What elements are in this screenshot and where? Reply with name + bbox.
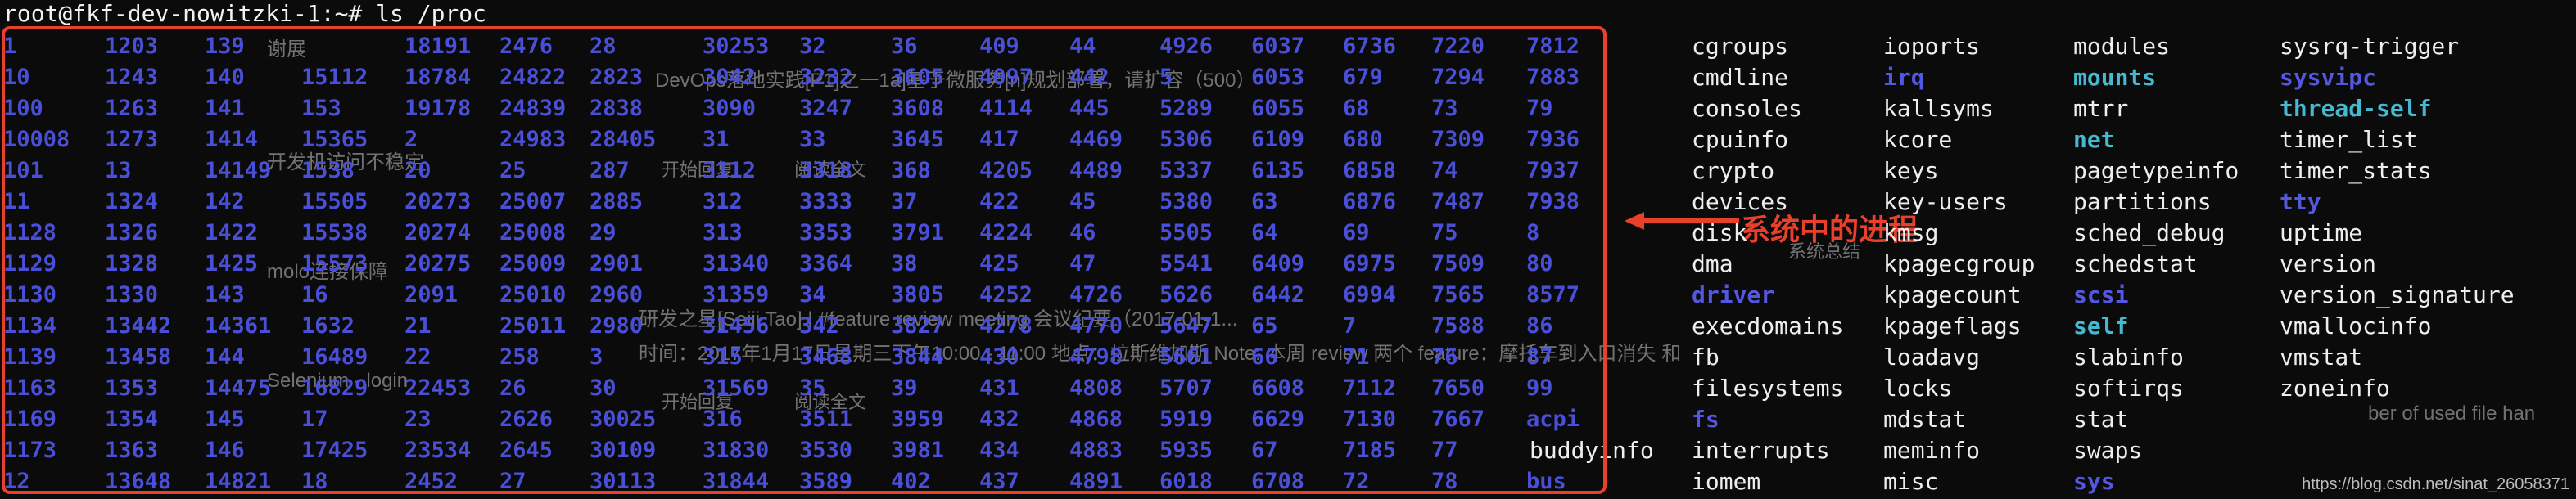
ghost-text: ber of used file han (2368, 402, 2536, 425)
proc-entry-stat: stat (2073, 406, 2129, 433)
proc-entry-vmallocinfo: vmallocinfo (2280, 312, 2432, 339)
proc-entry-devices: devices (1692, 188, 1789, 215)
proc-entries-column: sysrq-trigger sysvipc thread-self timer_lis… (2280, 31, 2515, 404)
proc-entry-partitions: partitions (2073, 188, 2212, 215)
watermark: https://blog.csdn.net/sinat_26058371 (2302, 475, 2569, 493)
proc-entries-column: cgroups cmdline consoles cpuinfo crypto devic… (1692, 31, 1843, 497)
proc-entry-sched_debug: sched_debug (2073, 219, 2226, 246)
proc-entry-swaps: swaps (2073, 437, 2143, 464)
proc-entry-dma: dma (1692, 250, 1733, 277)
proc-entry-sysrq-trigger: sysrq-trigger (2280, 33, 2460, 60)
proc-entry-ioports: ioports (1883, 33, 1981, 60)
proc-entry-kcore: kcore (1883, 126, 1953, 153)
proc-entry-uptime: uptime (2280, 219, 2363, 246)
proc-entry-modules: modules (2073, 33, 2171, 60)
proc-entry-thread-self: thread-self (2280, 95, 2432, 122)
proc-entry-mounts: mounts (2073, 64, 2157, 91)
proc-entry-kmsg: kmsg (1883, 219, 1939, 246)
proc-entry-kpagecgroup: kpagecgroup (1883, 250, 2036, 277)
proc-entry-driver: driver (1692, 281, 1775, 308)
proc-entry-disk: disk (1692, 219, 1747, 246)
proc-entry-misc: misc (1883, 468, 1939, 495)
proc-entry-tty: tty (2280, 188, 2321, 215)
proc-entry-execdomains: execdomains (1692, 312, 1844, 339)
proc-entry-locks: locks (1883, 375, 1953, 402)
proc-entry-net: net (2073, 126, 2115, 153)
proc-entry-fs: fs (1692, 406, 1720, 433)
proc-entry-slabinfo: slabinfo (2073, 344, 2184, 371)
proc-entry-consoles: consoles (1692, 95, 1802, 122)
proc-entry-iomem: iomem (1692, 468, 1761, 495)
proc-entry-loadavg: loadavg (1883, 344, 1981, 371)
proc-entry-softirqs: softirqs (2073, 375, 2184, 402)
proc-entry-schedstat: schedstat (2073, 250, 2198, 277)
proc-entry-interrupts: interrupts (1692, 437, 1830, 464)
proc-entry-key-users: key-users (1883, 188, 2008, 215)
proc-entry-cgroups: cgroups (1692, 33, 1789, 60)
proc-entry-kpageflags: kpageflags (1883, 312, 2022, 339)
proc-entry-crypto: crypto (1692, 157, 1775, 184)
proc-entry-sysvipc: sysvipc (2280, 64, 2377, 91)
proc-entry-fb: fb (1692, 344, 1720, 371)
proc-entry-scsi: scsi (2073, 281, 2129, 308)
proc-entry-pagetypeinfo: pagetypeinfo (2073, 157, 2239, 184)
proc-entries-column: ioports irq kallsyms kcore keys key-users kmsg… (1883, 31, 2035, 497)
terminal-window[interactable]: 谢展 DevOps落地实践[P1]之一1a]基于微服务[n]规划部署，请扩容（5… (0, 0, 2576, 499)
proc-entry-cmdline: cmdline (1692, 64, 1789, 91)
process-highlight-box (2, 26, 1607, 494)
proc-entry-timer_stats: timer_stats (2280, 157, 2432, 184)
proc-entry-irq: irq (1883, 64, 1925, 91)
proc-entry-kallsyms: kallsyms (1883, 95, 1994, 122)
proc-entries-column: modules mounts mtrr net pagetypeinfo partitio… (2073, 31, 2239, 497)
proc-entry-sys: sys (2073, 468, 2115, 495)
proc-entry-self: self (2073, 312, 2129, 339)
proc-entry-keys: keys (1883, 157, 1939, 184)
shell-prompt-line[interactable]: root@fkf-dev-nowitzki-1:~# ls /proc (3, 0, 486, 28)
proc-entry-cpuinfo: cpuinfo (1692, 126, 1789, 153)
proc-entry-filesystems: filesystems (1692, 375, 1844, 402)
proc-entry-mdstat: mdstat (1883, 406, 1967, 433)
proc-entry-version: version (2280, 250, 2377, 277)
proc-entry-meminfo: meminfo (1883, 437, 1981, 464)
proc-entry-version_signature: version_signature (2280, 281, 2515, 308)
proc-entry-kpagecount: kpagecount (1883, 281, 2022, 308)
proc-entry-timer_list: timer_list (2280, 126, 2418, 153)
proc-entry-vmstat: vmstat (2280, 344, 2363, 371)
proc-entry-zoneinfo: zoneinfo (2280, 375, 2390, 402)
proc-entry-mtrr: mtrr (2073, 95, 2129, 122)
